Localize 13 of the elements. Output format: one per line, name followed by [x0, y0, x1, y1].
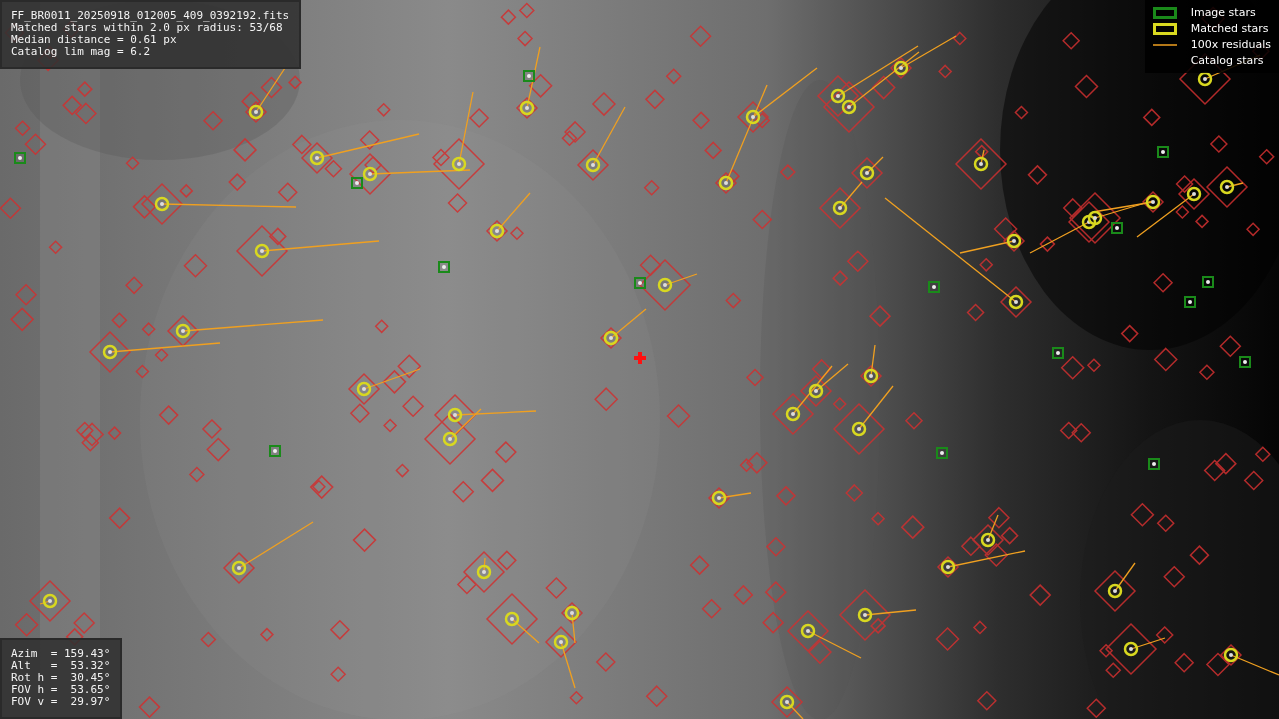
legend-label: Matched stars [1190, 22, 1270, 35]
info-line: Alt = 53.32° [11, 660, 111, 672]
info-line: Rot h = 30.45° [11, 672, 111, 684]
info-line: Matched stars within 2.0 px radius: 53/68 [11, 22, 283, 34]
legend-label: 100x residuals [1190, 38, 1271, 51]
info-line: FOV v = 29.97° [11, 696, 111, 708]
info-line: Azim = 159.43° [11, 648, 111, 660]
legend-label: Catalog stars [1190, 54, 1265, 67]
info-line: FOV h = 53.65° [11, 684, 111, 696]
legend-label: Image stars [1190, 6, 1257, 19]
info-line: Median distance = 0.61 px [11, 34, 178, 46]
info-line: FF_BR0011_20250918_012005_409_0392192.fits [11, 10, 290, 22]
info-line: Catalog lim mag = 6.2 [11, 46, 152, 58]
